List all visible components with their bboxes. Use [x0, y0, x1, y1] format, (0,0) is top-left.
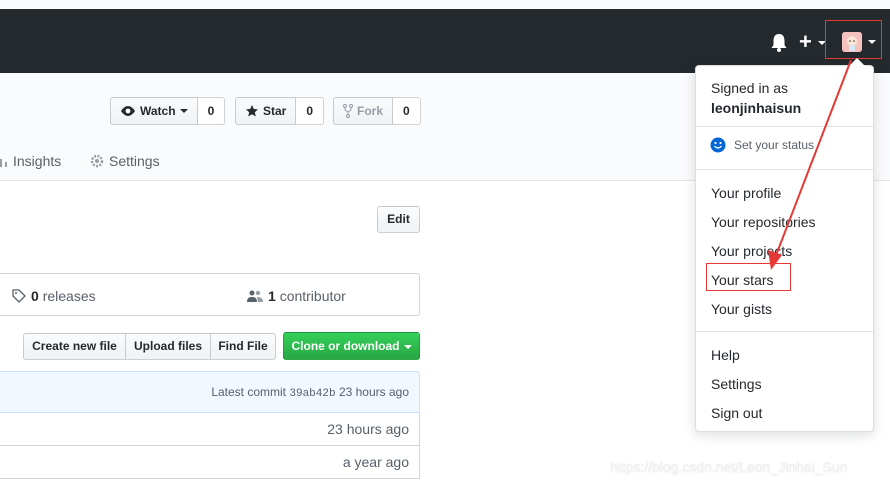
- eye-icon: [121, 106, 135, 116]
- menu-item-sign-out[interactable]: Sign out: [711, 405, 762, 421]
- menu-item-help[interactable]: Help: [711, 347, 740, 363]
- menu-item-settings[interactable]: Settings: [711, 376, 762, 392]
- avatar: [842, 32, 862, 52]
- star-icon: [246, 105, 258, 117]
- chevron-down-icon: [868, 40, 876, 44]
- menu-item-your-profile[interactable]: Your profile: [711, 185, 781, 201]
- latest-commit-bar: Latest commit 39ab42b 23 hours ago: [0, 371, 420, 413]
- table-row: 23 hours ago: [0, 413, 420, 446]
- people-icon: [247, 290, 263, 302]
- plus-icon: +: [799, 29, 812, 54]
- chevron-down-icon: [403, 344, 412, 349]
- releases-link[interactable]: 0 releases: [12, 288, 96, 304]
- edit-description-button[interactable]: Edit: [377, 206, 420, 233]
- table-row: a year ago: [0, 446, 420, 479]
- annotation-highlight-box: [706, 263, 791, 291]
- watch-button[interactable]: Watch: [110, 97, 198, 125]
- fork-button[interactable]: Fork: [333, 97, 394, 125]
- star-button[interactable]: Star: [235, 97, 297, 125]
- fork-count[interactable]: 0: [393, 97, 421, 125]
- star-count[interactable]: 0: [296, 97, 325, 125]
- watch-group: Watch 0: [110, 97, 226, 125]
- divider: [696, 126, 873, 127]
- watch-count[interactable]: 0: [197, 97, 226, 125]
- latest-commit-info: Latest commit 39ab42b 23 hours ago: [211, 385, 409, 400]
- commit-sha-link[interactable]: 39ab42b: [289, 388, 335, 400]
- upload-files-button[interactable]: Upload files: [125, 333, 211, 360]
- top-strip: [0, 0, 890, 9]
- menu-item-your-repositories[interactable]: Your repositories: [711, 214, 816, 230]
- star-group: Star 0: [235, 97, 325, 125]
- dropdown-caret: [849, 58, 865, 66]
- tag-icon: [12, 289, 26, 303]
- menu-item-your-gists[interactable]: Your gists: [711, 301, 772, 317]
- create-new-file-button[interactable]: Create new file: [23, 333, 126, 360]
- gear-icon: [90, 154, 104, 168]
- signed-in-username: leonjinhaisun: [711, 100, 802, 116]
- clone-or-download-button[interactable]: Clone or download: [283, 332, 420, 360]
- watermark: https://blog.csdn.net/Leon_Jinhai_Sun: [610, 459, 848, 475]
- tab-insights[interactable]: Insights: [0, 153, 61, 169]
- tab-settings[interactable]: Settings: [90, 153, 160, 169]
- divider: [696, 169, 873, 170]
- bell-icon[interactable]: [770, 33, 788, 53]
- graph-icon: [0, 159, 7, 167]
- user-dropdown-menu: Signed in as leonjinhaisun Set your stat…: [695, 58, 874, 432]
- signed-in-label: Signed in as: [711, 80, 789, 96]
- fork-group: Fork 0: [333, 97, 421, 125]
- global-header: [0, 9, 890, 73]
- chevron-down-icon: [179, 109, 188, 113]
- set-status-button[interactable]: Set your status: [710, 137, 814, 153]
- find-file-button[interactable]: Find File: [210, 333, 276, 360]
- smiley-icon: [710, 137, 726, 153]
- menu-item-your-projects[interactable]: Your projects: [711, 243, 792, 259]
- fork-icon: [343, 104, 353, 118]
- contributors-link[interactable]: 1 contributor: [247, 288, 346, 304]
- numbers-summary: 0 releases 1 contributor: [0, 273, 420, 316]
- divider: [696, 331, 873, 332]
- user-menu-toggle[interactable]: [825, 20, 882, 59]
